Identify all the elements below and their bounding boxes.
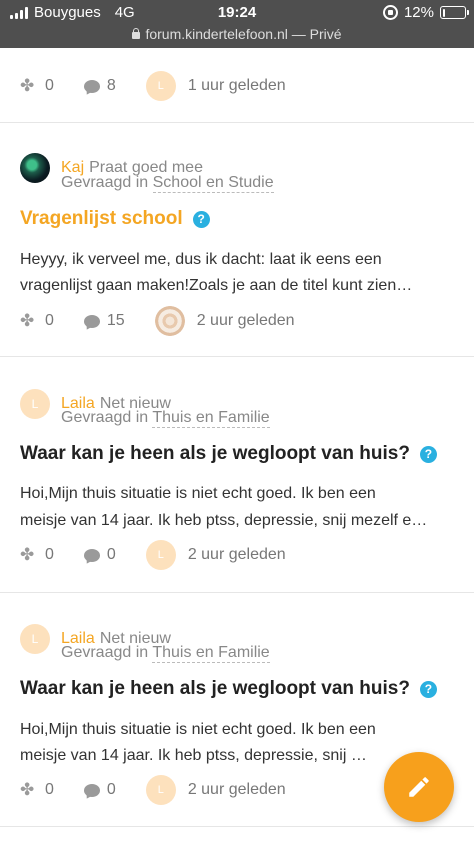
asked-in-label: Gevraagd in bbox=[61, 409, 149, 426]
clover-icon[interactable]: ✤ bbox=[20, 311, 38, 331]
new-post-button[interactable] bbox=[384, 752, 454, 822]
speech-bubble-icon[interactable] bbox=[83, 548, 100, 562]
post-title[interactable]: Waar kan je heen als je wegloopt van hui… bbox=[20, 678, 410, 700]
avatar[interactable]: L bbox=[145, 540, 176, 570]
category-link[interactable]: Thuis en Familie bbox=[152, 644, 270, 663]
avatar[interactable] bbox=[154, 306, 185, 336]
question-icon: ? bbox=[419, 680, 437, 698]
post-title-row[interactable]: Waar kan je heen als je wegloopt van hui… bbox=[20, 678, 437, 700]
comment-count: 0 bbox=[106, 781, 116, 798]
battery-icon bbox=[440, 6, 469, 19]
post-snippet-line-2[interactable]: meisje van 14 jaar. Ik heb ptss, depress… bbox=[20, 743, 380, 769]
post-title-row[interactable]: Waar kan je heen als je wegloopt van hui… bbox=[20, 443, 437, 465]
post-snippet-line-1[interactable]: Heyyy, ik verveel me, dus ik dacht: laat… bbox=[20, 247, 450, 273]
divider bbox=[0, 356, 474, 357]
time-ago: 2 uur geleden bbox=[187, 781, 286, 798]
category-link[interactable]: School en Studie bbox=[152, 174, 274, 193]
divider bbox=[0, 826, 474, 827]
post-meta: ✤ 0 0 L 2 uur geleden bbox=[20, 540, 286, 570]
question-icon: ? bbox=[419, 445, 437, 463]
post-snippet-line-2[interactable]: meisje van 14 jaar. Ik heb ptss, depress… bbox=[20, 508, 450, 534]
rotation-lock-icon bbox=[382, 5, 398, 20]
battery-percent: 12% bbox=[403, 4, 434, 21]
like-count: 0 bbox=[45, 781, 54, 798]
like-count: 0 bbox=[45, 77, 54, 94]
avatar[interactable]: L bbox=[20, 389, 50, 419]
avatar[interactable]: L bbox=[145, 71, 176, 101]
avatar[interactable] bbox=[20, 153, 50, 183]
divider bbox=[0, 592, 474, 593]
post-title[interactable]: Vragenlijst school bbox=[20, 208, 183, 230]
category-link[interactable]: Thuis en Familie bbox=[152, 409, 270, 428]
avatar[interactable]: L bbox=[20, 624, 50, 654]
comment-count: 8 bbox=[106, 77, 116, 94]
asked-in: Gevraagd in School en Studie bbox=[61, 174, 274, 193]
post-meta: ✤ 0 0 L 2 uur geleden bbox=[20, 775, 286, 805]
clover-icon[interactable]: ✤ bbox=[20, 545, 38, 565]
post-meta: ✤ 0 15 2 uur geleden bbox=[20, 306, 295, 336]
speech-bubble-icon[interactable] bbox=[83, 79, 100, 93]
like-count: 0 bbox=[45, 312, 54, 329]
status-bar: Bouygues 4G 19:24 12% forum.kindertelefo… bbox=[0, 0, 474, 48]
asked-in-label: Gevraagd in bbox=[61, 174, 149, 191]
avatar[interactable]: L bbox=[145, 775, 176, 805]
asked-in-label: Gevraagd in bbox=[61, 644, 149, 661]
time-ago: 2 uur geleden bbox=[196, 312, 295, 329]
clover-icon[interactable]: ✤ bbox=[20, 76, 38, 96]
post-snippet-line-1[interactable]: Hoi,Mijn thuis situatie is niet echt goe… bbox=[20, 717, 450, 743]
post-snippet-line-1[interactable]: Hoi,Mijn thuis situatie is niet echt goe… bbox=[20, 481, 450, 507]
padlock-icon bbox=[132, 28, 141, 39]
asked-in: Gevraagd in Thuis en Familie bbox=[61, 409, 270, 428]
speech-bubble-icon[interactable] bbox=[83, 783, 100, 797]
comment-count: 15 bbox=[106, 312, 125, 329]
time-ago: 2 uur geleden bbox=[187, 546, 286, 563]
comment-count: 0 bbox=[106, 546, 116, 563]
clover-icon[interactable]: ✤ bbox=[20, 780, 38, 800]
asked-in: Gevraagd in Thuis en Familie bbox=[61, 644, 270, 663]
post-title[interactable]: Waar kan je heen als je wegloopt van hui… bbox=[20, 443, 410, 465]
speech-bubble-icon[interactable] bbox=[83, 314, 100, 328]
question-icon: ? bbox=[192, 210, 210, 228]
post-title-row[interactable]: Vragenlijst school ? bbox=[20, 208, 210, 230]
address-bar[interactable]: forum.kindertelefoon.nl — Privé bbox=[0, 26, 474, 42]
post-meta: ✤ 0 8 L 1 uur geleden bbox=[20, 71, 286, 101]
pencil-icon bbox=[409, 777, 429, 797]
time-ago: 1 uur geleden bbox=[187, 77, 286, 94]
post-snippet-line-2[interactable]: vragenlijst gaan maken!Zoals je aan de t… bbox=[20, 273, 450, 299]
like-count: 0 bbox=[45, 546, 54, 563]
divider bbox=[0, 122, 474, 123]
url-text: forum.kindertelefoon.nl — Privé bbox=[145, 26, 342, 42]
